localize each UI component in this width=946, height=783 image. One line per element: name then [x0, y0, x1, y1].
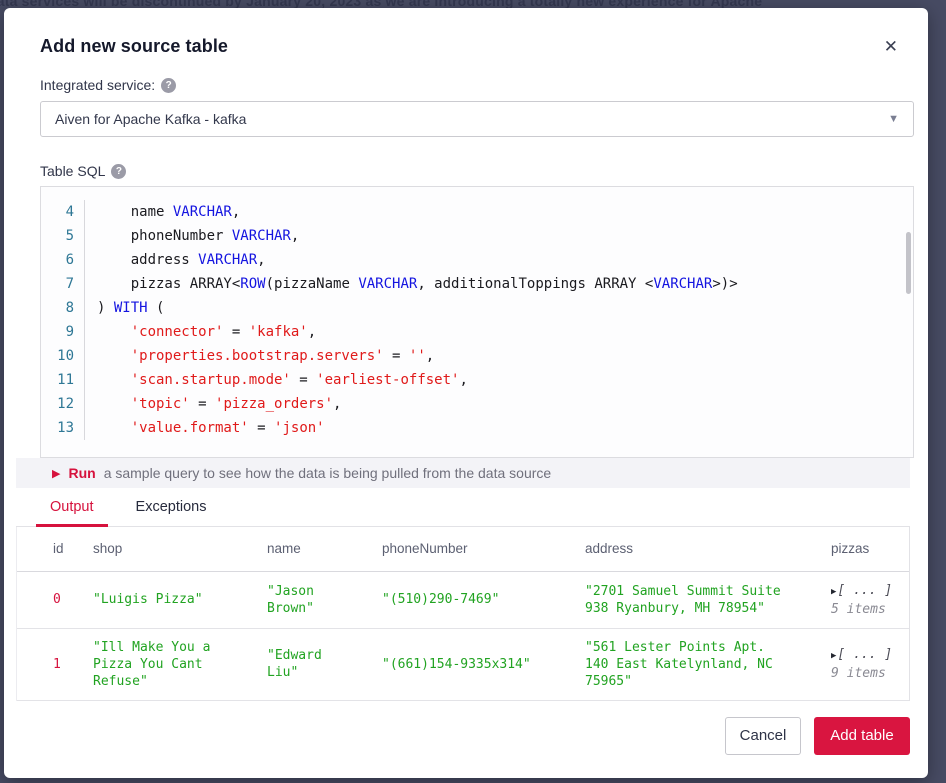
add-table-button[interactable]: Add table	[814, 717, 910, 755]
editor-scrollbar-thumb[interactable]	[906, 232, 911, 294]
dialog-footer: Cancel Add table	[36, 717, 910, 755]
sql-code-editor[interactable]: 4 name VARCHAR,5 phoneNumber VARCHAR,6 a…	[40, 186, 914, 458]
help-icon[interactable]: ?	[111, 164, 126, 179]
cell-id: 1	[17, 628, 93, 700]
run-description: a sample query to see how the data is be…	[104, 465, 552, 481]
cell-shop: "Luigis Pizza"	[93, 571, 267, 628]
code-lines: 4 name VARCHAR,5 phoneNumber VARCHAR,6 a…	[41, 200, 913, 440]
line-number: 6	[41, 248, 85, 272]
cell-id: 0	[17, 571, 93, 628]
expand-array-icon[interactable]: ▶	[831, 651, 836, 661]
expand-array-icon[interactable]: ▶	[831, 587, 836, 597]
tab-exceptions[interactable]: Exceptions	[122, 488, 221, 526]
run-query-bar[interactable]: ▶ Run a sample query to see how the data…	[16, 458, 910, 488]
cell-shop: "Ill Make You a Pizza You Cant Refuse"	[93, 628, 267, 700]
close-icon[interactable]: ✕	[880, 36, 902, 57]
cell-pizzas: ▶[ ... ] 5 items	[831, 571, 909, 628]
line-number: 7	[41, 272, 85, 296]
cell-phone: "(510)290-7469"	[382, 571, 585, 628]
line-number: 4	[41, 200, 85, 224]
column-header-phoneNumber: phoneNumber	[382, 527, 585, 571]
code-line: 6 address VARCHAR,	[41, 248, 913, 272]
output-table-wrap: idshopnamephoneNumberaddresspizzas 0"Lui…	[16, 527, 910, 701]
array-item-count: 9 items	[831, 665, 905, 682]
table-sql-label: Table SQL	[40, 163, 105, 179]
tab-output[interactable]: Output	[36, 488, 108, 526]
code-text: 'connector' = 'kafka',	[97, 320, 316, 344]
array-preview: [ ... ]	[837, 647, 892, 662]
line-number: 5	[41, 224, 85, 248]
line-number: 10	[41, 344, 85, 368]
help-icon[interactable]: ?	[161, 78, 176, 93]
line-number: 13	[41, 416, 85, 440]
line-number: 8	[41, 296, 85, 320]
cell-address: "2701 Samuel Summit Suite 938 Ryanbury, …	[585, 571, 831, 628]
code-text: 'properties.bootstrap.servers' = '',	[97, 344, 434, 368]
code-text: name VARCHAR,	[97, 200, 240, 224]
code-line: 7 pizzas ARRAY<ROW(pizzaName VARCHAR, ad…	[41, 272, 913, 296]
play-icon[interactable]: ▶	[52, 467, 60, 480]
code-line: 13 'value.format' = 'json'	[41, 416, 913, 440]
integrated-service-select[interactable]: Aiven for Apache Kafka - kafka ▼	[40, 101, 914, 137]
cell-phone: "(661)154-9335x314"	[382, 628, 585, 700]
code-text: pizzas ARRAY<ROW(pizzaName VARCHAR, addi…	[97, 272, 738, 296]
table-row: 0"Luigis Pizza""Jason Brown""(510)290-74…	[17, 571, 909, 628]
column-header-name: name	[267, 527, 382, 571]
code-text: 'scan.startup.mode' = 'earliest-offset',	[97, 368, 468, 392]
column-header-pizzas: pizzas	[831, 527, 909, 571]
code-text: 'topic' = 'pizza_orders',	[97, 392, 341, 416]
results-tabs: Output Exceptions	[16, 488, 910, 527]
run-link[interactable]: Run	[68, 465, 95, 481]
code-line: 11 'scan.startup.mode' = 'earliest-offse…	[41, 368, 913, 392]
array-item-count: 5 items	[831, 601, 905, 618]
code-text: phoneNumber VARCHAR,	[97, 224, 299, 248]
cancel-button[interactable]: Cancel	[725, 717, 801, 755]
cell-name: "Jason Brown"	[267, 571, 382, 628]
output-table: idshopnamephoneNumberaddresspizzas 0"Lui…	[17, 527, 909, 701]
integrated-service-label-row: Integrated service: ?	[36, 77, 910, 93]
line-number: 12	[41, 392, 85, 416]
table-body: 0"Luigis Pizza""Jason Brown""(510)290-74…	[17, 571, 909, 700]
add-source-table-dialog: Add new source table ✕ Integrated servic…	[4, 8, 928, 778]
line-number: 9	[41, 320, 85, 344]
code-line: 12 'topic' = 'pizza_orders',	[41, 392, 913, 416]
code-line: 10 'properties.bootstrap.servers' = '',	[41, 344, 913, 368]
integrated-service-label: Integrated service:	[40, 77, 155, 93]
cell-name: "Edward Liu"	[267, 628, 382, 700]
cell-pizzas: ▶[ ... ] 9 items	[831, 628, 909, 700]
chevron-down-icon: ▼	[888, 113, 899, 125]
dialog-header: Add new source table ✕	[36, 36, 910, 57]
table-row: 1"Ill Make You a Pizza You Cant Refuse""…	[17, 628, 909, 700]
line-number: 11	[41, 368, 85, 392]
column-header-id: id	[17, 527, 93, 571]
column-header-address: address	[585, 527, 831, 571]
integrated-service-value: Aiven for Apache Kafka - kafka	[55, 111, 246, 127]
array-preview: [ ... ]	[837, 583, 892, 598]
table-sql-label-row: Table SQL ?	[36, 163, 910, 179]
code-text: ) WITH (	[97, 296, 164, 320]
table-header-row: idshopnamephoneNumberaddresspizzas	[17, 527, 909, 571]
column-header-shop: shop	[93, 527, 267, 571]
code-line: 9 'connector' = 'kafka',	[41, 320, 913, 344]
dialog-title: Add new source table	[40, 36, 228, 57]
code-line: 4 name VARCHAR,	[41, 200, 913, 224]
code-text: 'value.format' = 'json'	[97, 416, 325, 440]
code-text: address VARCHAR,	[97, 248, 266, 272]
cell-address: "561 Lester Points Apt. 140 East Katelyn…	[585, 628, 831, 700]
code-line: 5 phoneNumber VARCHAR,	[41, 224, 913, 248]
code-line: 8 ) WITH (	[41, 296, 913, 320]
